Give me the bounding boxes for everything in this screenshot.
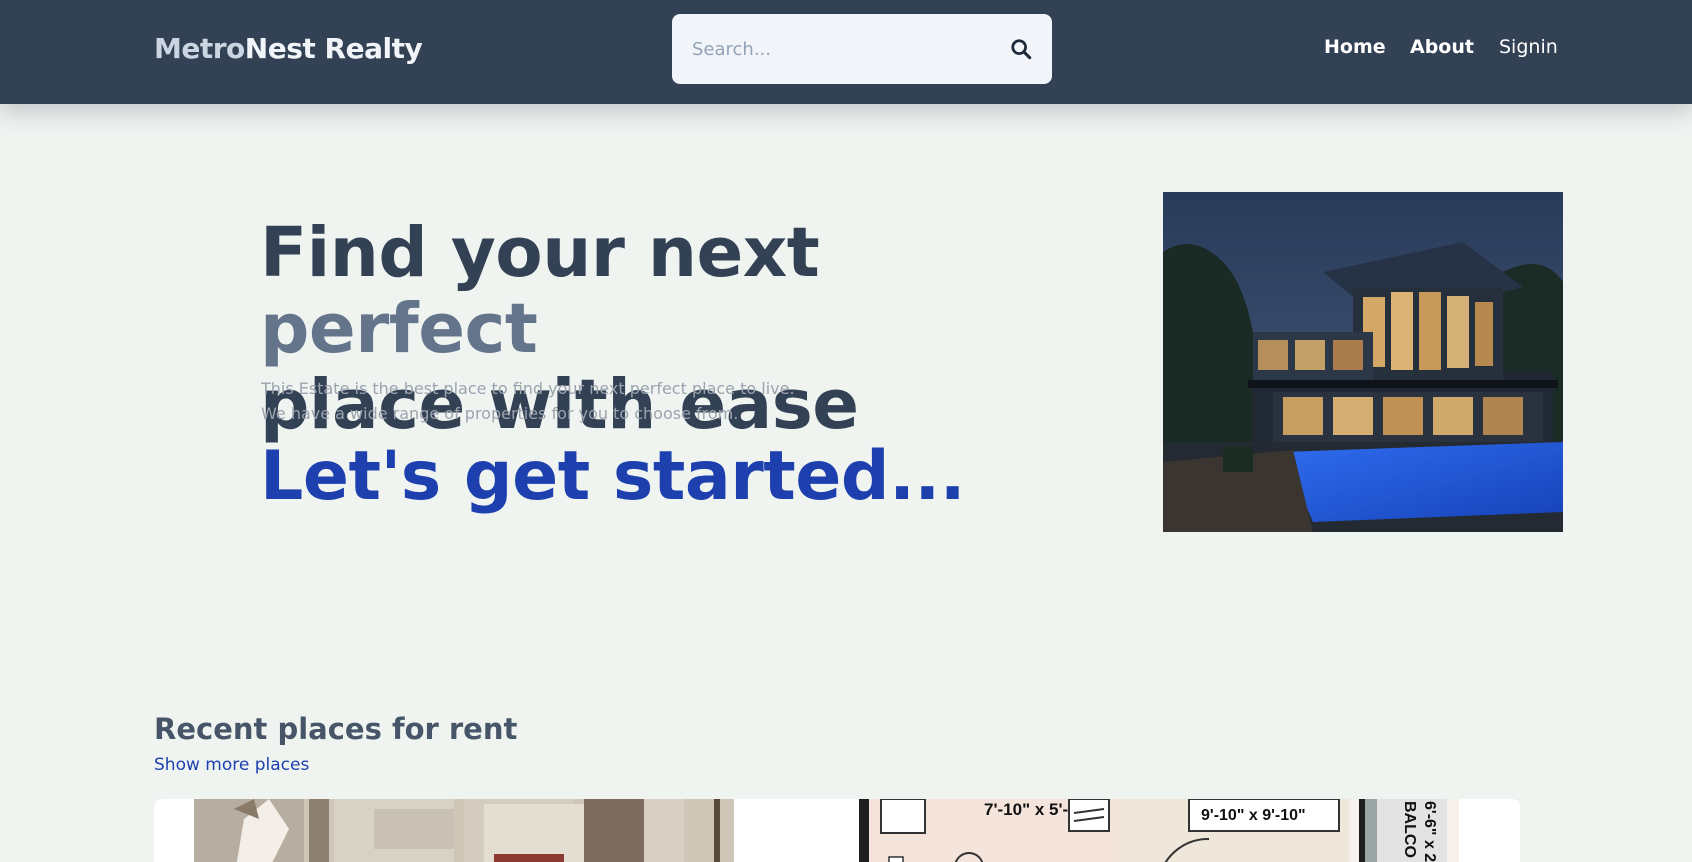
- hero-title-part1: Find your next: [260, 213, 820, 293]
- floorplan-room-label: BALCO: [1401, 801, 1418, 858]
- hero-house-image: [1163, 192, 1563, 532]
- search-input[interactable]: [692, 34, 992, 64]
- site-header: MetroNest Realty Home About Signin: [0, 0, 1692, 104]
- search-icon[interactable]: [1010, 38, 1032, 60]
- search-bar: [672, 14, 1052, 84]
- hero-subtitle-line1: This Estate is the best place to find yo…: [261, 379, 795, 398]
- floorplan-room-dim: 6'-6" x 2: [1421, 801, 1438, 862]
- listing-card[interactable]: 7'-10" x 5'-11" 9'-10" x 9'-10" BALCO 6'…: [154, 799, 1520, 862]
- hero-title-accent: perfect: [260, 289, 538, 369]
- logo-text-nest-realty[interactable]: Nest Realty: [245, 32, 423, 65]
- nav-signin-link[interactable]: Signin: [1499, 36, 1558, 58]
- nav-home-link[interactable]: Home: [1324, 36, 1386, 58]
- hero-subtitle: This Estate is the best place to find yo…: [261, 376, 861, 426]
- site-logo[interactable]: MetroNest Realty: [154, 32, 423, 65]
- show-more-places-link[interactable]: Show more places: [154, 755, 309, 775]
- floorplan-dim2: 9'-10" x 9'-10": [1201, 807, 1306, 824]
- logo-text-metro[interactable]: Metro: [154, 32, 245, 65]
- get-started-link[interactable]: Let's get started...: [260, 437, 966, 517]
- hero-subtitle-line2: We have a wide range of properties for y…: [261, 404, 739, 423]
- listing-bedroom-image[interactable]: [194, 799, 734, 862]
- nav-about-link[interactable]: About: [1410, 36, 1474, 58]
- recent-places-heading: Recent places for rent: [154, 712, 518, 746]
- house-illustration: [1163, 192, 1563, 532]
- listing-floorplan-image[interactable]: 7'-10" x 5'-11" 9'-10" x 9'-10" BALCO 6'…: [859, 799, 1459, 862]
